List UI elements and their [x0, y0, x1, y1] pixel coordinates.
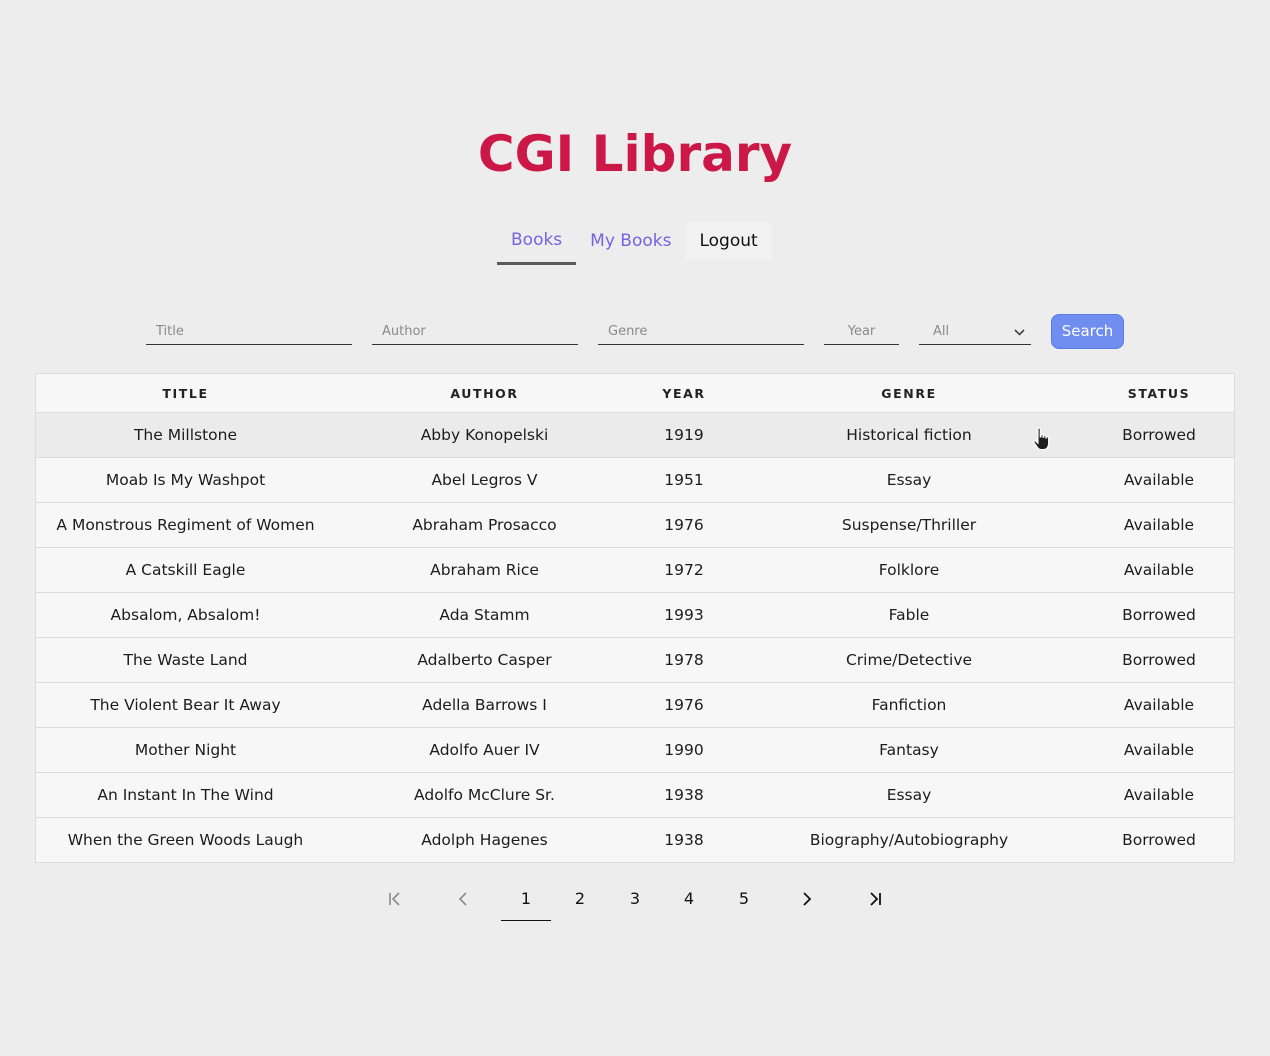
- column-header-genre[interactable]: GENRE: [734, 373, 1084, 413]
- table-row[interactable]: When the Green Woods Laugh Adolph Hagenes…: [36, 818, 1235, 863]
- hand-cursor-icon: [1033, 427, 1050, 451]
- cell-title: The Millstone: [35, 412, 335, 458]
- cell-title: An Instant In The Wind: [35, 772, 335, 818]
- cell-author: Abraham Prosacco: [335, 502, 634, 548]
- cell-title: Mother Night: [35, 727, 335, 773]
- nav-books-tab[interactable]: Books: [497, 222, 577, 265]
- cell-status: Available: [1084, 457, 1235, 503]
- cell-author: Adolph Hagenes: [421, 831, 548, 849]
- cell-year: 1951: [634, 457, 734, 503]
- first-page-icon[interactable]: [381, 878, 409, 920]
- main-nav: Books My Books Logout: [497, 222, 772, 266]
- cell-title: Absalom, Absalom!: [35, 592, 335, 638]
- table-row[interactable]: A Catskill Eagle Abraham Rice 1972 Folklore…: [35, 547, 1235, 593]
- cell-status: Available: [1084, 547, 1235, 593]
- cell-status: Available: [1084, 502, 1235, 548]
- cell-year: 1978: [634, 637, 734, 683]
- cell-status: Available: [1084, 727, 1235, 773]
- cell-title: The Waste Land: [35, 637, 335, 683]
- cell-author: Adalberto Casper: [335, 637, 634, 683]
- previous-page-icon[interactable]: [450, 878, 478, 920]
- cell-year: 1990: [634, 727, 734, 773]
- cell-title: Moab Is My Washpot: [35, 457, 335, 503]
- cell-author: Ada Stamm: [335, 592, 634, 638]
- app-title: CGI Library: [477, 125, 793, 183]
- page: CGI Library Books My Books Logout All Se…: [0, 0, 1270, 1056]
- cell-year: 1919: [634, 412, 734, 458]
- cell-genre: Fanfiction: [734, 682, 1084, 728]
- page-button-1[interactable]: 1: [501, 878, 551, 921]
- column-header-year[interactable]: YEAR: [634, 373, 734, 413]
- table-row[interactable]: The Millstone Abby Konopelski 1919 Historic…: [35, 412, 1235, 458]
- logout-button[interactable]: Logout: [685, 222, 772, 260]
- cell-genre: Suspense/Thriller: [734, 502, 1084, 548]
- cell-status: Borrowed: [1122, 831, 1196, 849]
- search-filters: All Search: [0, 313, 1270, 349]
- cell-title: When the Green Woods Laugh: [67, 831, 304, 849]
- cell-author: Adolfo McClure Sr.: [335, 772, 634, 818]
- table-row[interactable]: A Monstrous Regiment of Women Abraham Pro…: [35, 502, 1235, 548]
- chevron-down-icon: [1014, 325, 1025, 339]
- table-row[interactable]: Absalom, Absalom! Ada Stamm 1993 Fable Borro…: [35, 592, 1235, 638]
- cell-author: Adolfo Auer IV: [335, 727, 634, 773]
- title-filter-input[interactable]: [146, 319, 352, 345]
- cell-status: Borrowed: [1084, 412, 1235, 458]
- cell-year: 1972: [634, 547, 734, 593]
- cell-genre: Folklore: [734, 547, 1084, 593]
- search-button[interactable]: Search: [1051, 314, 1124, 349]
- column-header-author[interactable]: AUTHOR: [335, 373, 634, 413]
- cell-year: 1976: [634, 682, 734, 728]
- table-row[interactable]: Mother Night Adolfo Auer IV 1990 Fantasy Ava…: [35, 727, 1235, 773]
- cell-year: 1976: [634, 502, 734, 548]
- cell-genre: Fantasy: [734, 727, 1084, 773]
- cell-status: Borrowed: [1084, 592, 1235, 638]
- column-header-title[interactable]: TITLE: [35, 373, 335, 413]
- books-table-body: The Millstone Abby Konopelski 1919 Historic…: [35, 412, 1235, 863]
- cell-title: The Violent Bear It Away: [35, 682, 335, 728]
- cell-author: Abel Legros V: [335, 457, 634, 503]
- cell-genre: Fable: [734, 592, 1084, 638]
- status-filter-value: All: [933, 324, 950, 339]
- last-page-icon[interactable]: [861, 878, 889, 920]
- nav-my-books-link[interactable]: My Books: [576, 222, 685, 264]
- cell-author: Abraham Rice: [335, 547, 634, 593]
- cell-year: 1938: [664, 831, 704, 849]
- cell-title: A Catskill Eagle: [35, 547, 335, 593]
- status-filter-select[interactable]: All: [919, 319, 1031, 345]
- next-page-icon[interactable]: [792, 878, 820, 920]
- cell-genre: Crime/Detective: [734, 637, 1084, 683]
- table-row[interactable]: The Waste Land Adalberto Casper 1978 Crime/…: [35, 637, 1235, 683]
- page-button-4[interactable]: 4: [675, 878, 703, 920]
- table-row[interactable]: Moab Is My Washpot Abel Legros V 1951 Essay…: [35, 457, 1235, 503]
- cell-year: 1938: [634, 772, 734, 818]
- year-filter-input[interactable]: [824, 319, 899, 345]
- column-header-status[interactable]: STATUS: [1084, 373, 1235, 413]
- table-header-row: TITLE AUTHOR YEAR GENRE STATUS: [35, 373, 1235, 413]
- table-row[interactable]: The Violent Bear It Away Adella Barrows I…: [35, 682, 1235, 728]
- page-button-5[interactable]: 5: [730, 878, 758, 920]
- cell-author: Adella Barrows I: [335, 682, 634, 728]
- books-table: TITLE AUTHOR YEAR GENRE STATUS The Mills…: [35, 373, 1235, 863]
- cell-year: 1993: [634, 592, 734, 638]
- cell-status: Borrowed: [1084, 637, 1235, 683]
- cell-author: Abby Konopelski: [335, 412, 634, 458]
- page-button-2[interactable]: 2: [566, 878, 594, 920]
- genre-filter-input[interactable]: [598, 319, 804, 345]
- cell-genre: Essay: [734, 772, 1084, 818]
- page-button-3[interactable]: 3: [621, 878, 649, 920]
- cell-genre: Biography/Autobiography: [809, 831, 1009, 849]
- cell-title: A Monstrous Regiment of Women: [35, 502, 335, 548]
- cell-status: Available: [1084, 772, 1235, 818]
- cell-genre: Essay: [734, 457, 1084, 503]
- pagination: 1 2 3 4 5: [0, 878, 1270, 922]
- author-filter-input[interactable]: [372, 319, 578, 345]
- table-row[interactable]: An Instant In The Wind Adolfo McClure Sr.…: [35, 772, 1235, 818]
- cell-status: Available: [1084, 682, 1235, 728]
